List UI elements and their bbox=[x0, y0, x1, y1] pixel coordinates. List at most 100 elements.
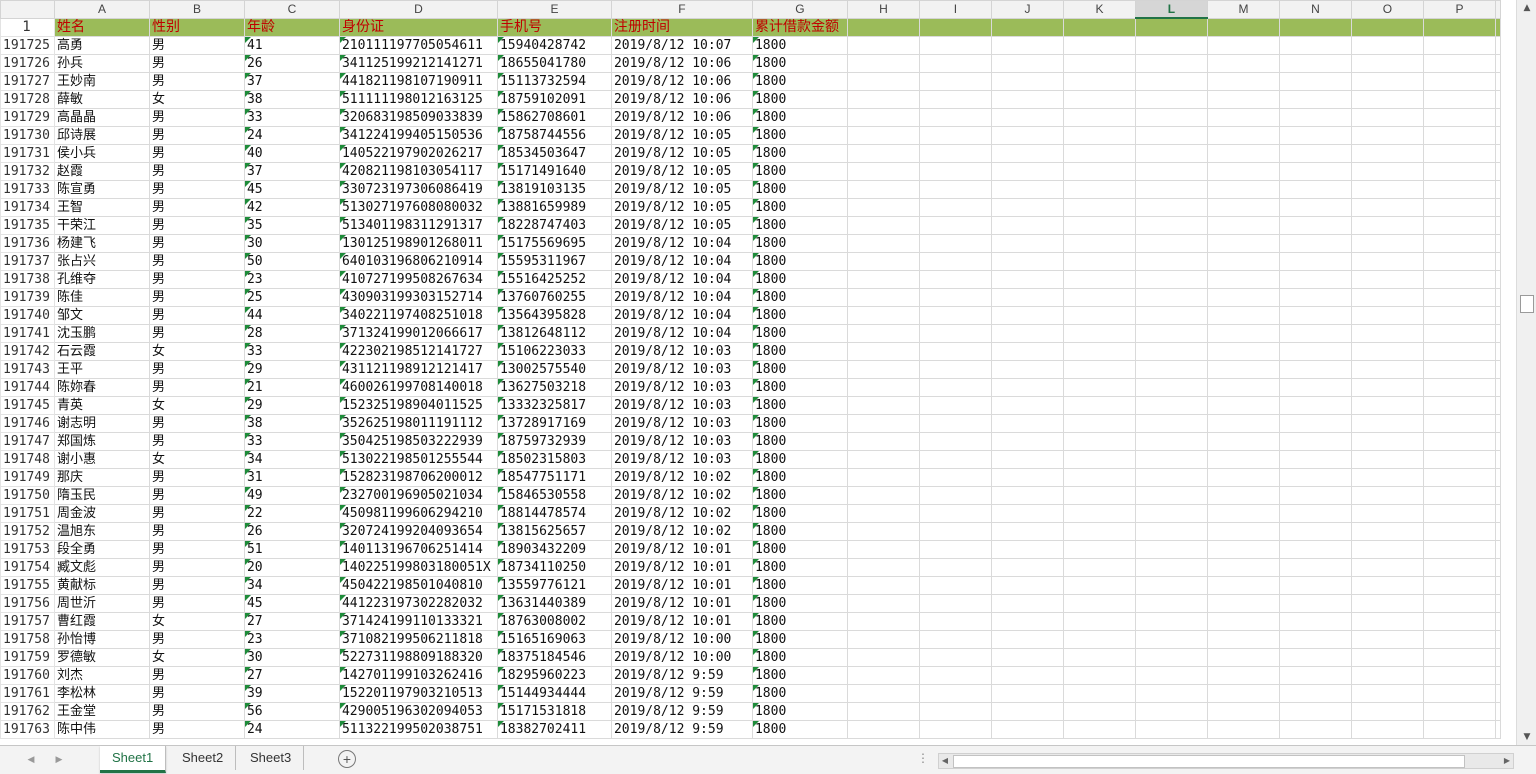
empty-cell[interactable] bbox=[846, 360, 920, 379]
row-number[interactable]: 191735 bbox=[0, 216, 55, 235]
empty-cell[interactable] bbox=[1350, 198, 1424, 217]
empty-cell[interactable] bbox=[1062, 504, 1136, 523]
table-cell[interactable]: 18759732939 bbox=[496, 432, 612, 451]
header-cell[interactable]: 手机号 bbox=[496, 17, 612, 37]
table-cell[interactable]: 刘杰 bbox=[53, 666, 150, 685]
table-cell[interactable]: 1800 bbox=[751, 468, 848, 487]
table-cell[interactable]: 371324199012066617 bbox=[338, 324, 498, 343]
table-cell[interactable]: 15171531818 bbox=[496, 702, 612, 721]
header-cell[interactable] bbox=[1278, 17, 1352, 37]
empty-cell[interactable] bbox=[1062, 558, 1136, 577]
empty-cell[interactable] bbox=[1350, 576, 1424, 595]
empty-cell[interactable] bbox=[1278, 252, 1352, 271]
empty-cell[interactable] bbox=[918, 144, 992, 163]
empty-cell[interactable] bbox=[846, 558, 920, 577]
empty-cell[interactable] bbox=[1134, 432, 1208, 451]
plus-circle-icon[interactable]: + bbox=[338, 750, 356, 768]
table-cell[interactable]: 2019/8/12 10:06 bbox=[610, 108, 753, 127]
empty-cell[interactable] bbox=[1494, 144, 1501, 163]
table-cell[interactable]: 441821198107190911 bbox=[338, 72, 498, 91]
row-number[interactable]: 191752 bbox=[0, 522, 55, 541]
empty-cell[interactable] bbox=[1494, 36, 1501, 55]
empty-cell[interactable] bbox=[1422, 360, 1496, 379]
empty-cell[interactable] bbox=[1134, 684, 1208, 703]
column-header-overflow[interactable] bbox=[1494, 0, 1501, 19]
table-cell[interactable]: 352625198011191112 bbox=[338, 414, 498, 433]
table-cell[interactable]: 1800 bbox=[751, 180, 848, 199]
empty-cell[interactable] bbox=[1206, 180, 1280, 199]
empty-cell[interactable] bbox=[1062, 468, 1136, 487]
empty-cell[interactable] bbox=[1206, 288, 1280, 307]
empty-cell[interactable] bbox=[918, 72, 992, 91]
row-number[interactable]: 191745 bbox=[0, 396, 55, 415]
empty-cell[interactable] bbox=[918, 594, 992, 613]
table-cell[interactable]: 1800 bbox=[751, 432, 848, 451]
empty-cell[interactable] bbox=[1278, 54, 1352, 73]
table-cell[interactable]: 段全勇 bbox=[53, 540, 150, 559]
table-cell[interactable]: 男 bbox=[148, 378, 245, 397]
empty-cell[interactable] bbox=[1206, 414, 1280, 433]
table-cell[interactable]: 1800 bbox=[751, 414, 848, 433]
empty-cell[interactable] bbox=[1350, 414, 1424, 433]
table-cell[interactable]: 1800 bbox=[751, 54, 848, 73]
scroll-right-icon[interactable]: ▶ bbox=[1501, 754, 1513, 768]
empty-cell[interactable] bbox=[918, 288, 992, 307]
empty-cell[interactable] bbox=[1278, 486, 1352, 505]
empty-cell[interactable] bbox=[846, 270, 920, 289]
empty-cell[interactable] bbox=[1278, 342, 1352, 361]
table-cell[interactable]: 18295960223 bbox=[496, 666, 612, 685]
table-cell[interactable]: 1800 bbox=[751, 486, 848, 505]
empty-cell[interactable] bbox=[918, 90, 992, 109]
table-cell[interactable]: 2019/8/12 10:05 bbox=[610, 216, 753, 235]
empty-cell[interactable] bbox=[1422, 270, 1496, 289]
empty-cell[interactable] bbox=[1062, 684, 1136, 703]
empty-cell[interactable] bbox=[1134, 360, 1208, 379]
table-cell[interactable]: 142701199103262416 bbox=[338, 666, 498, 685]
empty-cell[interactable] bbox=[918, 36, 992, 55]
empty-cell[interactable] bbox=[1206, 162, 1280, 181]
table-cell[interactable]: 25 bbox=[243, 288, 340, 307]
empty-cell[interactable] bbox=[990, 144, 1064, 163]
empty-cell[interactable] bbox=[1062, 198, 1136, 217]
table-cell[interactable]: 隋玉民 bbox=[53, 486, 150, 505]
empty-cell[interactable] bbox=[918, 504, 992, 523]
table-cell[interactable]: 2019/8/12 10:04 bbox=[610, 252, 753, 271]
table-cell[interactable]: 王妙南 bbox=[53, 72, 150, 91]
empty-cell[interactable] bbox=[1134, 36, 1208, 55]
empty-cell[interactable] bbox=[1494, 216, 1501, 235]
empty-cell[interactable] bbox=[1134, 162, 1208, 181]
table-cell[interactable]: 26 bbox=[243, 54, 340, 73]
table-cell[interactable]: 1800 bbox=[751, 648, 848, 667]
column-header-b[interactable]: B bbox=[148, 0, 245, 19]
row-number[interactable]: 191754 bbox=[0, 558, 55, 577]
table-cell[interactable]: 40 bbox=[243, 144, 340, 163]
empty-cell[interactable] bbox=[1062, 162, 1136, 181]
empty-cell[interactable] bbox=[918, 648, 992, 667]
table-cell[interactable]: 男 bbox=[148, 414, 245, 433]
table-cell[interactable]: 1800 bbox=[751, 684, 848, 703]
empty-cell[interactable] bbox=[1206, 720, 1280, 739]
column-header-d[interactable]: D bbox=[338, 0, 498, 19]
empty-cell[interactable] bbox=[1350, 432, 1424, 451]
empty-cell[interactable] bbox=[1350, 270, 1424, 289]
table-cell[interactable]: 13881659989 bbox=[496, 198, 612, 217]
empty-cell[interactable] bbox=[1350, 612, 1424, 631]
table-cell[interactable]: 2019/8/12 10:04 bbox=[610, 324, 753, 343]
table-cell[interactable]: 2019/8/12 10:05 bbox=[610, 180, 753, 199]
table-cell[interactable]: 49 bbox=[243, 486, 340, 505]
empty-cell[interactable] bbox=[1206, 144, 1280, 163]
table-cell[interactable]: 431121198912121417 bbox=[338, 360, 498, 379]
column-header-l[interactable]: L bbox=[1134, 0, 1208, 19]
table-cell[interactable]: 34 bbox=[243, 450, 340, 469]
empty-cell[interactable] bbox=[1278, 702, 1352, 721]
empty-cell[interactable] bbox=[1350, 702, 1424, 721]
empty-cell[interactable] bbox=[1062, 414, 1136, 433]
table-cell[interactable]: 522731198809188320 bbox=[338, 648, 498, 667]
table-cell[interactable]: 15144934444 bbox=[496, 684, 612, 703]
empty-cell[interactable] bbox=[1350, 144, 1424, 163]
header-cell[interactable]: 年龄 bbox=[243, 17, 340, 37]
empty-cell[interactable] bbox=[1278, 612, 1352, 631]
empty-cell[interactable] bbox=[1494, 432, 1501, 451]
table-cell[interactable]: 1800 bbox=[751, 270, 848, 289]
row-number[interactable]: 191760 bbox=[0, 666, 55, 685]
